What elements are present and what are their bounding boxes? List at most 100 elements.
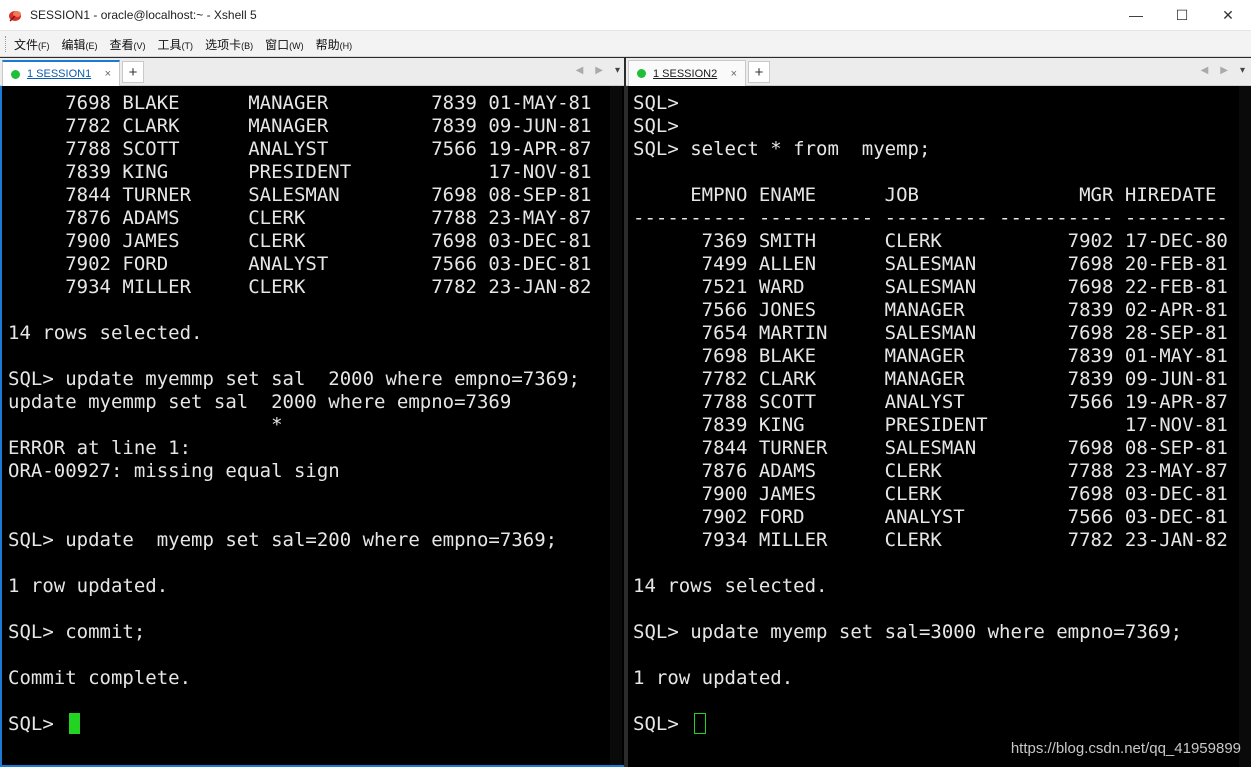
terminal-line: 7788 SCOTT ANALYST 7566 19-APR-87 xyxy=(8,138,592,160)
sql-prompt-line[interactable]: SQL> xyxy=(633,713,1251,736)
terminal-line: 1 row updated. xyxy=(633,667,794,689)
tab-close-icon[interactable]: × xyxy=(731,68,737,80)
menu-tools[interactable]: 工具(T) xyxy=(158,36,194,53)
terminal-line: SQL> commit; xyxy=(8,621,146,643)
terminal-output: 7698 BLAKE MANAGER 7839 01-MAY-81 7782 C… xyxy=(8,92,624,736)
terminal-line: SQL> select * from myemp; xyxy=(633,138,931,160)
terminal-line: SQL> xyxy=(633,115,679,137)
terminal-line: SQL> xyxy=(633,92,679,114)
terminal-line: SQL> update myemmp set sal 2000 where em… xyxy=(8,368,580,390)
maximize-icon: ☐ xyxy=(1175,6,1189,23)
sql-prompt: SQL> xyxy=(633,713,691,735)
tab-label: 1 SESSION2 xyxy=(653,67,718,80)
menu-view[interactable]: 查看(V) xyxy=(110,36,146,53)
terminal-line: update myemmp set sal 2000 where empno=7… xyxy=(8,391,512,413)
terminal-output: SQL> SQL> SQL> select * from myemp; EMPNO … xyxy=(633,92,1251,736)
minimize-button[interactable]: — xyxy=(1113,0,1159,30)
terminal-line: 7499 ALLEN SALESMAN 7698 20-FEB-81 xyxy=(633,253,1228,275)
terminal-line: 7369 SMITH CLERK 7902 17-DEC-80 xyxy=(633,230,1228,252)
terminal-line: 7698 BLAKE MANAGER 7839 01-MAY-81 xyxy=(633,345,1228,367)
tab-session1[interactable]: 1 SESSION1 × xyxy=(2,60,120,86)
terminal-line: 7844 TURNER SALESMAN 7698 08-SEP-81 xyxy=(8,184,592,206)
terminal-line: SQL> update myemp set sal=3000 where emp… xyxy=(633,621,1183,643)
terminal-line: 7839 KING PRESIDENT 17-NOV-81 xyxy=(633,414,1228,436)
terminal-session2[interactable]: SQL> SQL> SQL> select * from myemp; EMPNO … xyxy=(628,86,1251,767)
terminal-line: ---------- ---------- --------- --------… xyxy=(633,207,1251,229)
maximize-button[interactable]: ☐ xyxy=(1159,0,1205,30)
tab-label: 1 SESSION1 xyxy=(27,68,92,80)
tab-list-dropdown-icon[interactable]: ▾ xyxy=(615,65,620,76)
title-bar: SESSION1 - oracle@localhost:~ - Xshell 5… xyxy=(0,0,1251,31)
terminal-line: 7902 FORD ANALYST 7566 03-DEC-81 xyxy=(633,506,1228,528)
terminal-line: ORA-00927: missing equal sign xyxy=(8,460,340,482)
sql-prompt: SQL> xyxy=(8,713,66,735)
terminal-cursor xyxy=(694,713,707,734)
terminal-line: 7698 BLAKE MANAGER 7839 01-MAY-81 xyxy=(8,92,592,114)
sql-prompt-line[interactable]: SQL> xyxy=(8,713,624,736)
add-tab-button[interactable]: + xyxy=(122,61,144,83)
toolbar-grip[interactable] xyxy=(5,36,9,52)
terminal-line: 7934 MILLER CLERK 7782 23-JAN-82 xyxy=(633,529,1228,551)
terminal-line: 7782 CLARK MANAGER 7839 09-JUN-81 xyxy=(633,368,1228,390)
terminal-line: 7876 ADAMS CLERK 7788 23-MAY-87 xyxy=(633,460,1228,482)
add-tab-button[interactable]: + xyxy=(748,61,770,83)
terminal-cursor xyxy=(69,713,81,734)
terminal-line: 7934 MILLER CLERK 7782 23-JAN-82 xyxy=(8,276,592,298)
terminal-scrollbar[interactable] xyxy=(1239,86,1251,767)
terminal-line: 7839 KING PRESIDENT 17-NOV-81 xyxy=(8,161,592,183)
terminal-line: 7902 FORD ANALYST 7566 03-DEC-81 xyxy=(8,253,592,275)
terminal-line: 7566 JONES MANAGER 7839 02-APR-81 xyxy=(633,299,1228,321)
menu-window[interactable]: 窗口(W) xyxy=(265,36,304,53)
terminal-line: 14 rows selected. xyxy=(8,322,203,344)
tab-prev-icon[interactable]: ◀ xyxy=(576,65,584,76)
terminal-line: 7876 ADAMS CLERK 7788 23-MAY-87 xyxy=(8,207,592,229)
tab-prev-icon[interactable]: ◀ xyxy=(1201,65,1209,76)
terminal-session1[interactable]: 7698 BLAKE MANAGER 7839 01-MAY-81 7782 C… xyxy=(0,86,626,767)
close-icon: ✕ xyxy=(1222,6,1234,23)
terminal-line: * xyxy=(8,414,283,436)
terminal-line: 1 row updated. xyxy=(8,575,169,597)
terminal-line: 7521 WARD SALESMAN 7698 22-FEB-81 xyxy=(633,276,1228,298)
connected-dot-icon xyxy=(11,69,20,79)
menu-edit[interactable]: 编辑(E) xyxy=(62,36,98,53)
terminal-scrollbar[interactable] xyxy=(610,86,622,765)
menu-tabs[interactable]: 选项卡(B) xyxy=(205,36,253,53)
menu-help[interactable]: 帮助(H) xyxy=(316,36,353,53)
terminal-line: 7788 SCOTT ANALYST 7566 19-APR-87 xyxy=(633,391,1228,413)
tab-session2[interactable]: 1 SESSION2 × xyxy=(628,60,746,86)
terminal-line: SQL> update myemp set sal=200 where empn… xyxy=(8,529,558,551)
xshell-icon xyxy=(9,11,21,22)
session2-tab-bar: 1 SESSION2 × + ◀ ▶ ▾ xyxy=(626,58,1251,86)
minimize-icon: — xyxy=(1129,7,1143,23)
tab-close-icon[interactable]: × xyxy=(105,68,111,80)
tab-next-icon[interactable]: ▶ xyxy=(595,65,603,76)
terminal-line: 7844 TURNER SALESMAN 7698 08-SEP-81 xyxy=(633,437,1228,459)
tab-next-icon[interactable]: ▶ xyxy=(1220,65,1228,76)
connected-dot-icon xyxy=(637,69,646,78)
tab-list-dropdown-icon[interactable]: ▾ xyxy=(1240,65,1245,76)
window-title: SESSION1 - oracle@localhost:~ - Xshell 5 xyxy=(30,8,257,22)
close-window-button[interactable]: ✕ xyxy=(1205,0,1251,30)
terminal-line: 7900 JAMES CLERK 7698 03-DEC-81 xyxy=(8,230,592,252)
watermark-text: https://blog.csdn.net/qq_41959899 xyxy=(1010,740,1241,757)
session2-pane: 1 SESSION2 × + ◀ ▶ ▾ SQL> SQL> SQL> select… xyxy=(626,58,1251,767)
terminal-line: 14 rows selected. xyxy=(633,575,828,597)
session1-pane: 1 SESSION1 × + ◀ ▶ ▾ 7698 BLAKE MANAGER … xyxy=(0,58,626,767)
terminal-line: 7654 MARTIN SALESMAN 7698 28-SEP-81 xyxy=(633,322,1228,344)
menu-file[interactable]: 文件(F) xyxy=(14,36,50,53)
terminal-line: 7900 JAMES CLERK 7698 03-DEC-81 xyxy=(633,483,1228,505)
terminal-line: 7782 CLARK MANAGER 7839 09-JUN-81 xyxy=(8,115,592,137)
